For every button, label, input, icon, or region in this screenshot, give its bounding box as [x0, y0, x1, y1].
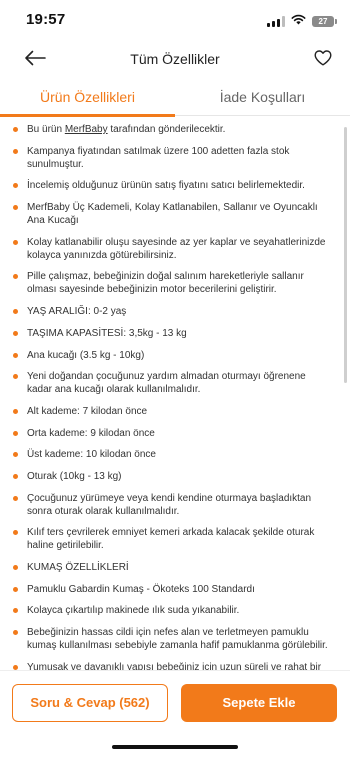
features-content[interactable]: Bu ürün MerfBaby tarafından gönderilecek… — [0, 117, 350, 670]
feature-text: Kolay katlanabilir oluşu sayesinde az ye… — [27, 236, 326, 261]
feature-item: Orta kademe: 9 kilodan önce — [12, 427, 330, 440]
scrollbar[interactable] — [344, 127, 347, 383]
seller-link[interactable]: MerfBaby — [65, 124, 108, 135]
feature-item: Oturak (10kg - 13 kg) — [12, 470, 330, 483]
feature-item: KUMAŞ ÖZELLİKLERİ — [12, 561, 330, 574]
feature-text-suffix: tarafından gönderilecektir. — [107, 124, 226, 135]
feature-text: Oturak (10kg - 13 kg) — [27, 470, 122, 482]
status-time: 19:57 — [26, 11, 66, 28]
feature-text-prefix: Bu ürün — [27, 124, 65, 135]
bullet-icon — [13, 374, 18, 380]
feature-item: Alt kademe: 7 kilodan önce — [12, 405, 330, 418]
feature-text: Yumuşak ve dayanıklı yapısı bebeğiniz iç… — [27, 661, 322, 670]
feature-text: TAŞIMA KAPASİTESİ: 3,5kg - 13 kg — [27, 327, 187, 339]
tab-bar: Ürün Özellikleri İade Koşulları — [0, 80, 350, 117]
bullet-icon — [13, 452, 18, 458]
home-indicator[interactable] — [112, 745, 238, 749]
feature-text: MerfBaby Üç Kademeli, Kolay Katlanabilen… — [27, 202, 318, 227]
status-bar: 19:57 27 — [0, 0, 350, 40]
feature-item: Kolayca çıkartılıp makinede ılık suda yı… — [12, 604, 330, 617]
feature-text: Kampanya fiyatından satılmak üzere 100 a… — [27, 145, 290, 170]
feature-item: Çocuğunuz yürümeye veya kendi kendine ot… — [12, 492, 330, 518]
feature-text: Kılıf ters çevrilerek emniyet kemeri ark… — [27, 527, 315, 552]
feature-item: MerfBaby Üç Kademeli, Kolay Katlanabilen… — [12, 201, 330, 227]
bullet-icon — [13, 148, 18, 154]
feature-item: Pamuklu Gabardin Kumaş - Ökoteks 100 Sta… — [12, 583, 330, 596]
bullet-icon — [13, 608, 18, 614]
feature-text: Bebeğinizin hassas cildi için nefes alan… — [27, 627, 328, 652]
heart-outline-icon — [314, 49, 332, 71]
page-title: Tüm Özellikler — [130, 51, 220, 67]
feature-text: Yeni doğandan çocuğunuz yardım almadan o… — [27, 371, 306, 396]
bullet-icon — [13, 352, 18, 358]
questions-answers-button[interactable]: Soru & Cevap (562) — [12, 684, 168, 722]
feature-item: YAŞ ARALIĞI: 0-2 yaş — [12, 305, 330, 318]
feature-item: Üst kademe: 10 kilodan önce — [12, 448, 330, 461]
bullet-icon — [13, 586, 18, 592]
feature-item: Kampanya fiyatından satılmak üzere 100 a… — [12, 145, 330, 171]
navigation-bar: Tüm Özellikler — [0, 40, 350, 80]
bullet-icon — [13, 205, 18, 211]
wifi-icon — [291, 12, 306, 30]
feature-text: Orta kademe: 9 kilodan önce — [27, 427, 155, 439]
favorite-button[interactable] — [312, 49, 334, 71]
bullet-icon — [13, 530, 18, 536]
feature-text: Alt kademe: 7 kilodan önce — [27, 405, 148, 417]
feature-item: Kolay katlanabilir oluşu sayesinde az ye… — [12, 236, 330, 262]
signal-icon — [267, 15, 285, 27]
bullet-icon — [13, 495, 18, 501]
feature-item: Yumuşak ve dayanıklı yapısı bebeğiniz iç… — [12, 661, 330, 670]
bullet-icon — [13, 664, 18, 670]
bottom-action-bar: Soru & Cevap (562) Sepete Ekle — [0, 670, 350, 757]
feature-item: Yeni doğandan çocuğunuz yardım almadan o… — [12, 370, 330, 396]
bullet-icon — [13, 430, 18, 436]
bullet-icon — [13, 274, 18, 280]
feature-list: Bu ürün MerfBaby tarafından gönderilecek… — [0, 117, 350, 670]
feature-text: Üst kademe: 10 kilodan önce — [27, 449, 156, 461]
bullet-icon — [13, 565, 18, 570]
feature-text: KUMAŞ ÖZELLİKLERİ — [27, 562, 129, 573]
feature-item: Ana kucağı (3.5 kg - 10kg) — [12, 349, 330, 362]
bullet-icon — [13, 473, 18, 479]
feature-text: Ana kucağı (3.5 kg - 10kg) — [27, 349, 145, 361]
bullet-icon — [13, 183, 18, 189]
bullet-icon — [13, 127, 18, 132]
feature-item: Kılıf ters çevrilerek emniyet kemeri ark… — [12, 526, 330, 552]
battery-level: 27 — [318, 16, 328, 26]
bullet-icon — [13, 408, 18, 414]
feature-item: TAŞIMA KAPASİTESİ: 3,5kg - 13 kg — [12, 327, 330, 340]
battery-icon: 27 — [312, 15, 337, 27]
feature-text: Kolayca çıkartılıp makinede ılık suda yı… — [27, 605, 240, 617]
feature-item: İncelemiş olduğunuz ürünün satış fiyatın… — [12, 179, 330, 192]
feature-text: İncelemiş olduğunuz ürünün satış fiyatın… — [27, 180, 305, 192]
feature-text: Pamuklu Gabardin Kumaş - Ökoteks 100 Sta… — [27, 583, 255, 595]
feature-item: Bebeğinizin hassas cildi için nefes alan… — [12, 626, 330, 652]
bullet-icon — [13, 239, 18, 245]
feature-text: Pille çalışmaz, bebeğinizin doğal salını… — [27, 271, 304, 296]
feature-text: YAŞ ARALIĞI: 0-2 yaş — [27, 306, 127, 318]
add-to-cart-button[interactable]: Sepete Ekle — [181, 684, 337, 722]
bullet-icon — [13, 330, 18, 336]
tab-return-conditions[interactable]: İade Koşulları — [175, 80, 350, 116]
feature-text: Çocuğunuz yürümeye veya kendi kendine ot… — [27, 492, 312, 517]
feature-item: Bu ürün MerfBaby tarafından gönderilecek… — [12, 123, 330, 136]
bullet-icon — [13, 309, 18, 315]
tab-product-features[interactable]: Ürün Özellikleri — [0, 80, 175, 117]
feature-item: Pille çalışmaz, bebeğinizin doğal salını… — [12, 270, 330, 296]
bullet-icon — [13, 630, 18, 636]
status-icons: 27 — [267, 12, 337, 30]
